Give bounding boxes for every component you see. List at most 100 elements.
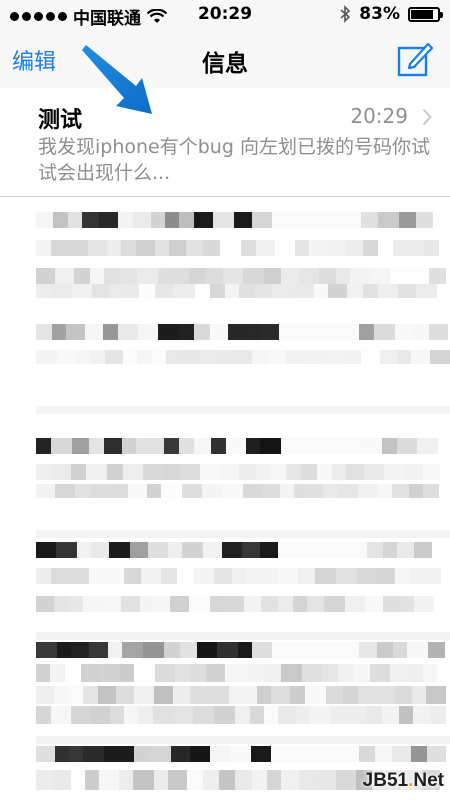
page-title: 信息 [202,51,248,77]
obscured-pixel [150,438,164,454]
obscured-pixel [324,438,342,454]
obscured-pixel [123,350,137,364]
obscured-pixel [36,484,55,498]
obscured-pixel [346,240,363,256]
obscured-pixel [411,240,425,256]
obscured-pixel [413,324,429,340]
obscured-pixel [143,642,164,658]
obscured-pixel [425,568,441,584]
conversation-row[interactable]: 测试 20:29 我发现iphone有个bug 向左划已拨的号码你试试会出现什么… [0,88,450,197]
obscured-pixel [36,464,51,480]
obscured-pixel [252,642,272,658]
obscured-pixel [377,642,393,658]
obscured-pixel [363,240,378,256]
obscured-pixel [407,642,428,658]
obscured-pixel [121,240,136,256]
obscured-pixel [120,664,134,682]
obscured-pixel [110,706,124,724]
obscured-pixel [36,686,54,704]
obscured-pixel [378,484,392,498]
obscured-pixel [288,642,304,658]
obscured-pixel [36,706,51,724]
obscured-pixel [272,284,293,298]
obscured-pixel [383,596,400,612]
obscured-pixel [251,746,271,762]
obscured-pixel [229,686,243,704]
obscured-pixel [252,770,267,790]
obscured-pixel [105,350,123,364]
obscured-pixel [190,686,209,704]
conversation-time: 20:29 [350,104,408,128]
status-right: 83% [339,4,443,24]
obscured-pixel [302,664,322,682]
obscured-pixel [36,268,55,284]
obscured-pixel [310,438,324,454]
obscured-pixel [260,542,278,558]
obscured-pixel [376,568,395,584]
obscured-pixel [51,438,72,454]
obscured-pixel [214,706,235,724]
obscured-pixel [116,686,134,704]
obscured-pixel [312,542,331,558]
obscured-pixel [244,596,261,612]
obscured-pixel [200,464,219,480]
obscured-pixel [164,642,180,658]
watermark-suffix: Net [413,770,444,791]
obscured-pixel [210,746,230,762]
obscured-pixel [82,212,99,228]
obscured-pixel [252,212,272,228]
obscured-pixel [241,240,256,256]
obscured-pixel [280,484,294,498]
obscured-pixel [426,686,446,704]
obscured-pixel [395,686,412,704]
obscured-pixel [411,568,425,584]
obscured-pixel [168,770,187,790]
obscured-pixel [328,284,347,298]
obscured-pixel [245,324,261,340]
conversation-name: 测试 [38,108,83,133]
obscured-pixel [36,284,51,298]
obscured-pixel [138,706,153,724]
obscured-pixel [332,464,346,480]
obscured-pixel [425,240,439,256]
obscured-pixel [281,770,299,790]
obscured-pixel [56,542,77,558]
obscured-pixel [428,642,445,658]
obscured-pixel [319,770,336,790]
obscured-pixel [325,350,345,364]
obscured-pixel [272,642,288,658]
obscured-pixel [250,706,264,724]
obscured-pixel [200,350,219,364]
chevron-right-icon [422,108,432,126]
obscured-pixel [203,240,220,256]
obscured-pixel [294,484,309,498]
annotation-arrow-icon [82,45,152,114]
obscured-pixel [364,464,384,480]
obscured-pixel [397,350,411,364]
obscured-pixel [177,568,194,584]
obscured-pixel [118,212,133,228]
obscured-pixel [340,746,359,762]
obscured-pixel [206,664,225,682]
obscured-pixel [165,212,179,228]
obscured-pixel [183,350,200,364]
obscured-pixel [430,350,450,364]
obscured-pixel [36,770,52,790]
obscured-pixel [36,240,51,256]
battery-percent: 83% [359,4,400,24]
obscured-pixel [190,746,210,762]
obscured-pixel [55,484,75,498]
navigation-bar: 编辑 信息 [0,30,450,89]
row-separator [36,406,450,414]
obscured-pixel [235,706,250,724]
obscured-pixel [148,542,168,558]
obscured-pixel [219,770,235,790]
obscured-pixel [214,568,232,584]
obscured-pixel [166,350,183,364]
obscured-pixel [83,596,102,612]
obscured-pixel [219,350,236,364]
compose-icon[interactable] [396,40,434,78]
row-separator [36,530,450,538]
obscured-pixel [378,240,393,256]
obscured-pixel [161,568,177,584]
